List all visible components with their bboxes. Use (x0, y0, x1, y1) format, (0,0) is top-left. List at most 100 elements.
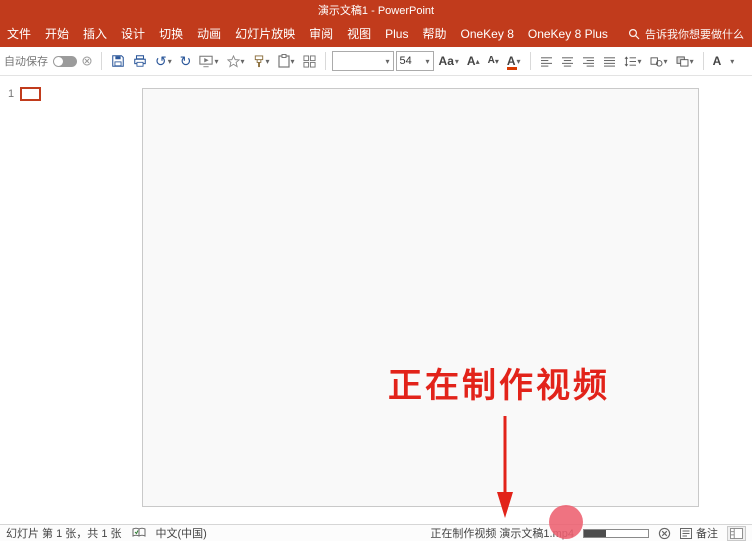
format-painter-button[interactable]: ▾ (250, 49, 273, 73)
chevron-down-icon: ▾ (386, 57, 390, 66)
undo-button[interactable]: ↺ ▾ (152, 49, 175, 73)
print-button[interactable] (130, 49, 150, 73)
spellcheck-icon[interactable] (132, 527, 146, 539)
tab-review[interactable]: 审阅 (302, 20, 340, 47)
click-indicator (549, 505, 583, 539)
align-center-icon (561, 56, 574, 67)
toolbar-separator (325, 52, 326, 70)
align-left-button[interactable] (537, 49, 556, 73)
font-name-combobox[interactable]: ▾ (332, 51, 394, 71)
autosave-label: 自动保存 (4, 53, 48, 69)
tab-onekey8plus[interactable]: OneKey 8 Plus (521, 20, 615, 47)
grow-font-button[interactable]: A ▴ (464, 49, 483, 73)
quick-access-toolbar: 自动保存 ↺ ▾ ↻ ▾ ▾ ▾ (0, 47, 752, 76)
font-size-value: 54 (400, 55, 424, 67)
justify-icon (603, 56, 616, 67)
start-slideshow-button[interactable]: ▾ (196, 49, 221, 73)
autosave-off-icon (79, 49, 95, 73)
tellme-label: 告诉我你想要做什么 (645, 26, 744, 42)
line-spacing-button[interactable]: ▾ (621, 49, 645, 73)
tab-file[interactable]: 文件 (0, 20, 38, 47)
justify-button[interactable] (600, 49, 619, 73)
new-slide-button[interactable] (300, 49, 319, 73)
tab-transitions[interactable]: 切换 (152, 20, 190, 47)
font-size-combobox[interactable]: 54 ▾ (396, 51, 434, 71)
redo-icon: ↻ (180, 54, 192, 68)
title-bar: 演示文稿1 - PowerPoint (0, 0, 752, 20)
export-progress-bar (583, 529, 649, 538)
normal-view-button[interactable] (727, 526, 746, 541)
tab-home[interactable]: 开始 (38, 20, 76, 47)
chevron-down-icon: ▾ (730, 57, 734, 66)
grow-font-icon: A (467, 55, 476, 67)
align-center-button[interactable] (558, 49, 577, 73)
align-right-icon (582, 56, 595, 67)
toolbar-separator (101, 52, 102, 70)
brush-icon (253, 55, 265, 68)
star-icon (227, 55, 240, 68)
slide-thumbnail[interactable] (20, 87, 41, 101)
slide-thumbnail-number: 1 (8, 88, 14, 100)
tab-insert[interactable]: 插入 (76, 20, 114, 47)
annotation-text: 正在制作视频 (388, 358, 610, 407)
toggle-knob (54, 57, 63, 66)
annotation-arrow-icon (487, 414, 523, 522)
search-icon (628, 28, 640, 40)
slide-counter: 幻灯片 第 1 张，共 1 张 (6, 525, 122, 541)
cancel-export-icon[interactable] (658, 527, 671, 540)
tab-plus[interactable]: Plus (378, 20, 415, 47)
window-title: 演示文稿1 - PowerPoint (318, 2, 434, 18)
quick-styles-button[interactable]: A (710, 49, 725, 73)
chevron-down-icon: ▾ (690, 57, 694, 66)
chevron-down-icon: ▾ (455, 57, 459, 66)
font-color-icon: A (507, 55, 516, 67)
down-mark-icon: ▾ (495, 57, 499, 66)
line-spacing-icon (624, 56, 637, 67)
chevron-down-icon: ▾ (241, 57, 245, 66)
shrink-font-button[interactable]: A ▾ (485, 49, 502, 73)
chevron-down-icon: ▾ (517, 57, 521, 66)
slide-canvas[interactable] (142, 88, 699, 507)
clipboard-icon (278, 54, 290, 68)
chevron-down-icon: ▾ (426, 57, 430, 66)
tellme-search[interactable]: 告诉我你想要做什么 (624, 20, 752, 47)
chevron-down-icon: ▾ (168, 57, 172, 66)
slideshow-icon (199, 55, 213, 68)
styles-icon: A (713, 55, 722, 67)
change-case-button[interactable]: Aa ▾ (436, 49, 462, 73)
chevron-down-icon: ▾ (266, 57, 270, 66)
chevron-down-icon: ▾ (638, 57, 642, 66)
language-indicator[interactable]: 中文(中国) (156, 525, 207, 541)
redo-button[interactable]: ↻ (177, 49, 195, 73)
tab-onekey8[interactable]: OneKey 8 (454, 20, 521, 47)
shapes-icon (650, 56, 663, 67)
shrink-font-icon: A (488, 56, 495, 66)
notes-button[interactable]: 备注 (680, 525, 718, 541)
status-bar: 幻灯片 第 1 张，共 1 张 中文(中国) 正在制作视频 演示文稿1.mp4 … (0, 524, 752, 541)
powerpoint-window: 演示文稿1 - PowerPoint 文件 开始 插入 设计 切换 动画 幻灯片… (0, 0, 752, 541)
shape-fill-button[interactable]: ▾ (647, 49, 671, 73)
chevron-down-icon: ▾ (214, 57, 218, 66)
toolbar-separator (530, 52, 531, 70)
workspace: 1 正在制作视频 (0, 76, 752, 524)
tab-design[interactable]: 设计 (114, 20, 152, 47)
tab-slideshow[interactable]: 幻灯片放映 (228, 20, 302, 47)
tab-view[interactable]: 视图 (340, 20, 378, 47)
up-mark-icon: ▴ (476, 57, 480, 66)
align-left-icon (540, 56, 553, 67)
change-case-icon: Aa (439, 55, 454, 67)
undo-icon: ↺ (155, 54, 167, 68)
arrange-button[interactable]: ▾ (673, 49, 697, 73)
tab-help[interactable]: 帮助 (415, 20, 453, 47)
status-left: 幻灯片 第 1 张，共 1 张 中文(中国) (6, 525, 207, 541)
preview-animation-button[interactable]: ▾ (224, 49, 248, 73)
save-button[interactable] (108, 49, 128, 73)
align-right-button[interactable] (579, 49, 598, 73)
normal-view-icon (730, 528, 743, 539)
toolbar-more-button[interactable]: ▾ (726, 49, 737, 73)
tab-animations[interactable]: 动画 (190, 20, 228, 47)
autosave-toggle[interactable] (53, 56, 77, 67)
notes-icon (680, 528, 692, 539)
paste-button[interactable]: ▾ (275, 49, 298, 73)
font-color-button[interactable]: A ▾ (504, 49, 524, 73)
